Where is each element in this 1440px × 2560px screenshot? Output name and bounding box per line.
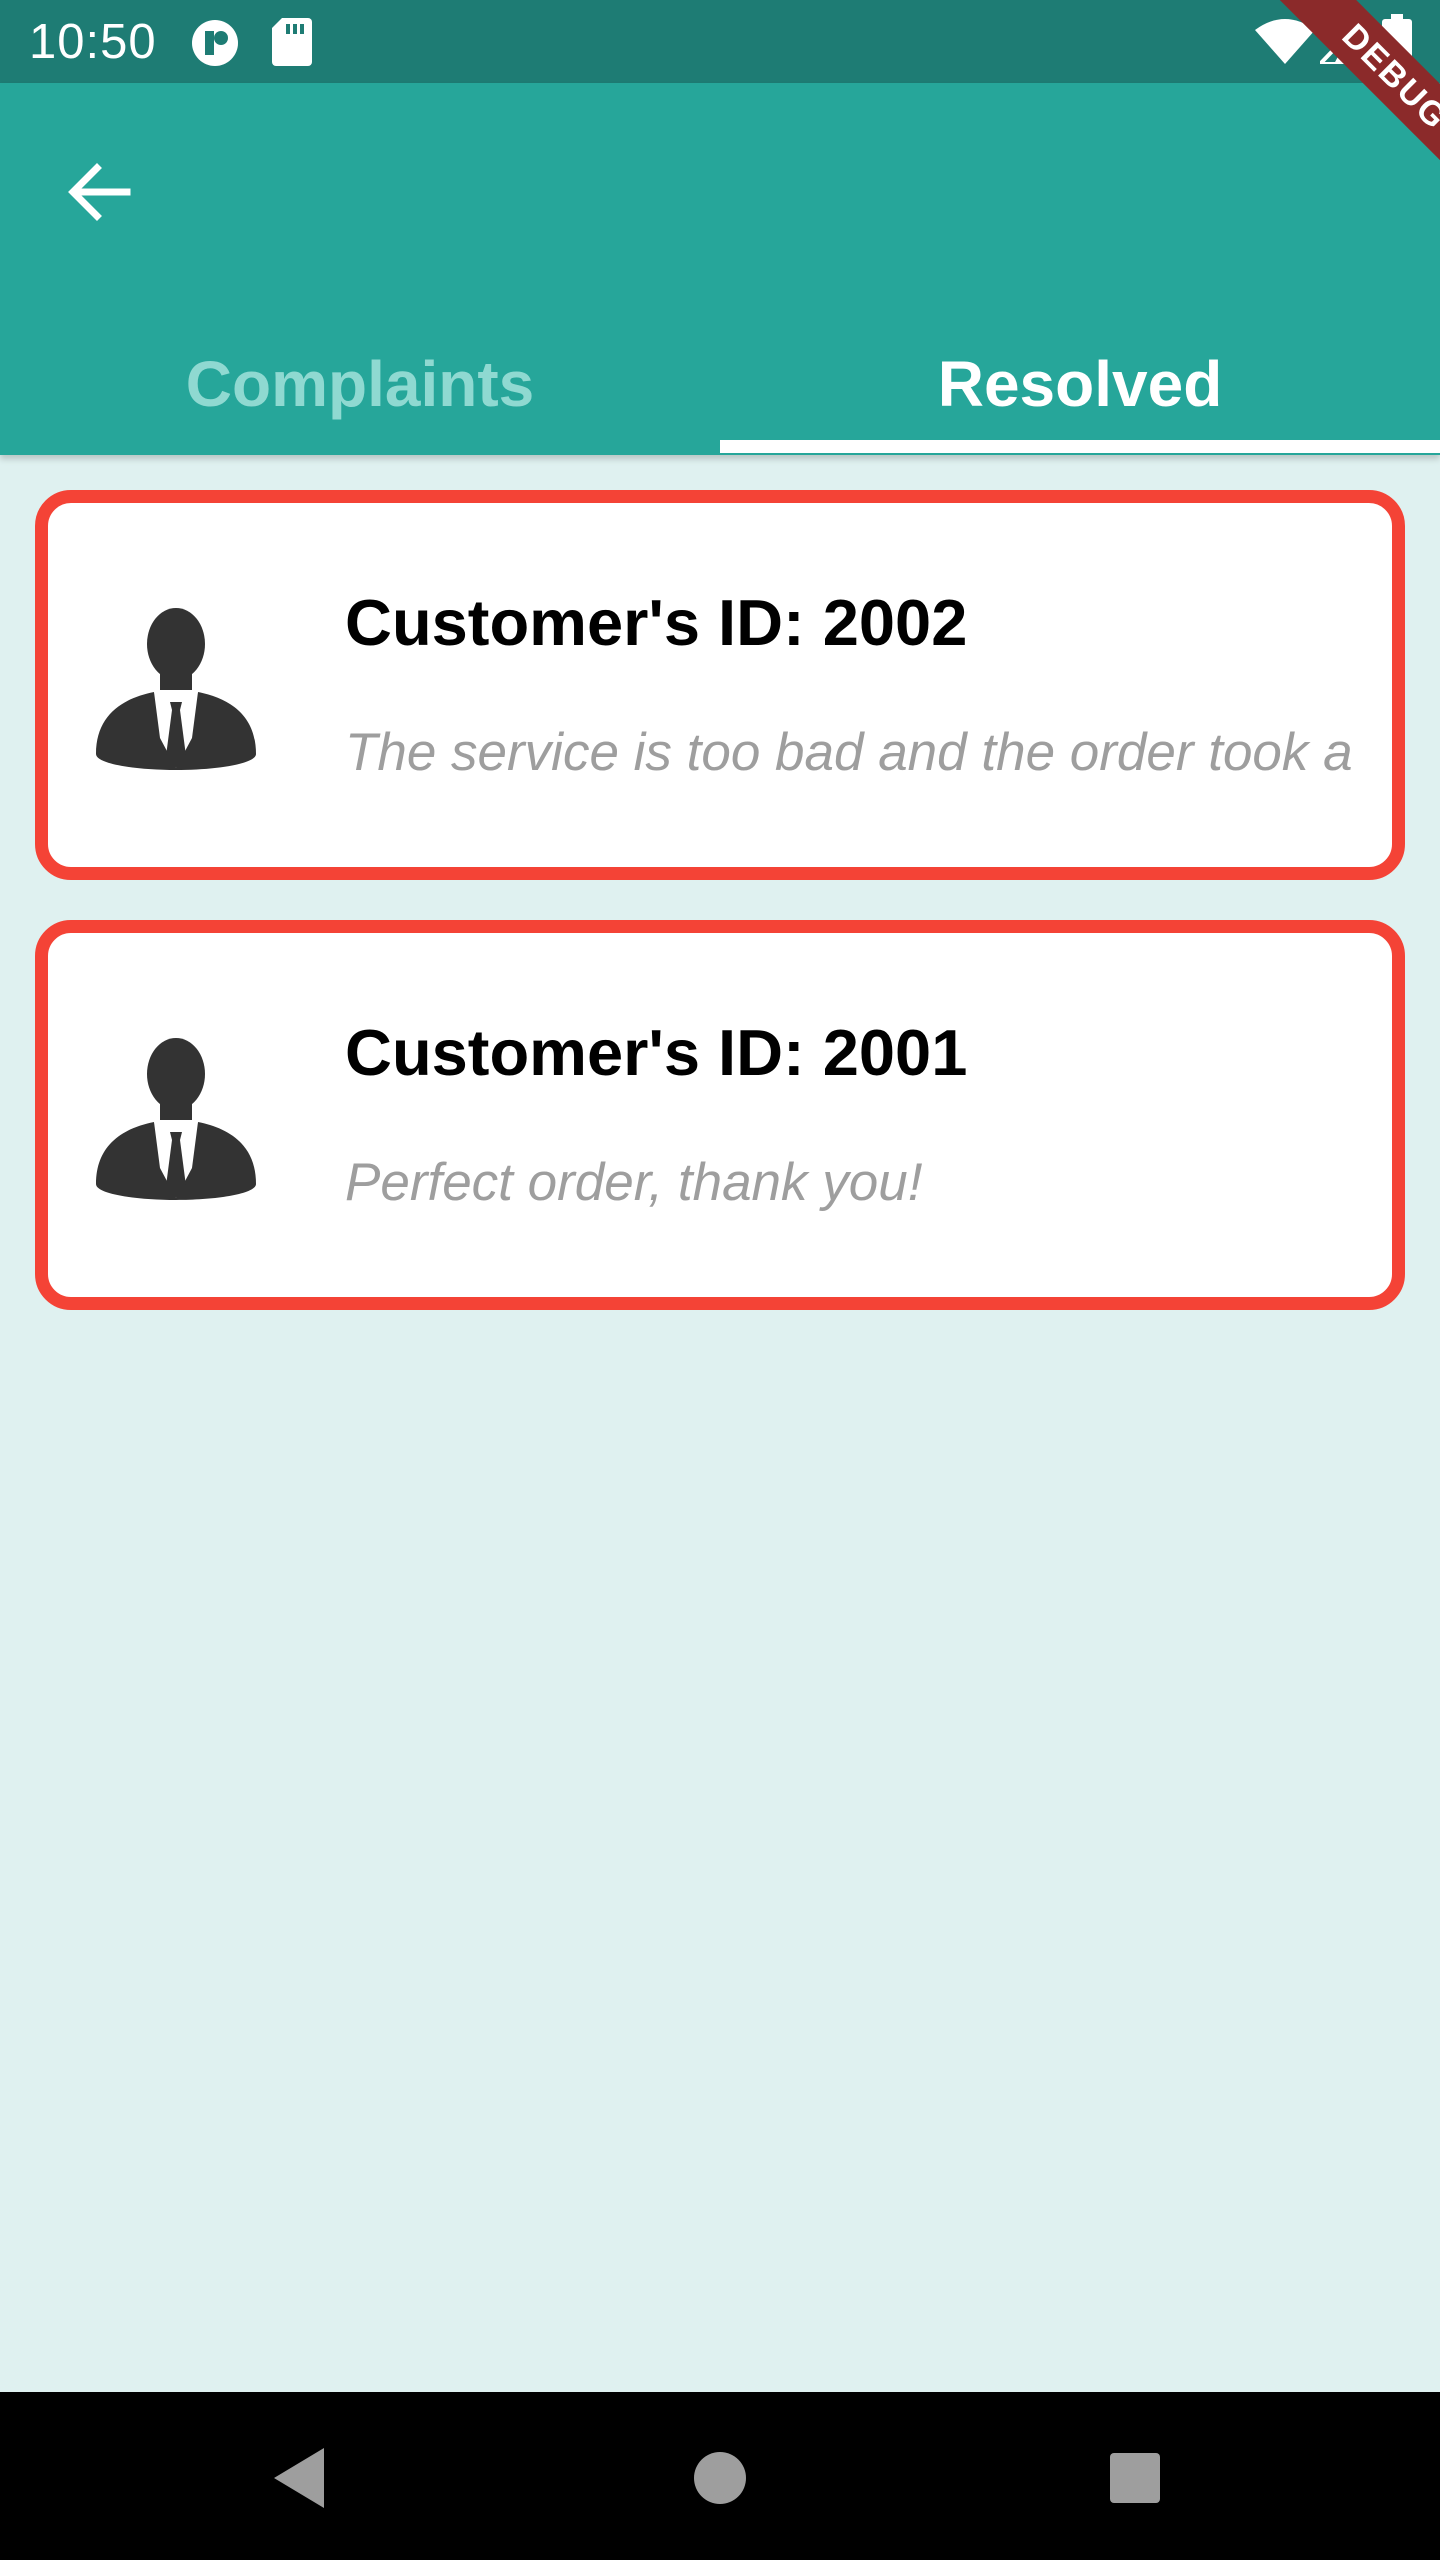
- status-time: 10:50: [29, 15, 157, 69]
- tab-resolved-label: Resolved: [937, 348, 1223, 420]
- customer-avatar-icon: [96, 608, 256, 770]
- complaint-message: Perfect order, thank you!: [345, 1153, 923, 1212]
- battery-icon: [1382, 14, 1412, 66]
- back-triangle-icon: [274, 2448, 324, 2508]
- home-circle-icon: [694, 2452, 746, 2504]
- navigation-bar: [0, 2392, 1440, 2560]
- complaint-message: The service is too bad and the order too…: [345, 723, 1353, 782]
- back-button[interactable]: [45, 138, 153, 246]
- tab-resolved[interactable]: Resolved: [720, 313, 1440, 455]
- complaint-card[interactable]: Customer's ID: 2001 Perfect order, thank…: [35, 920, 1405, 1310]
- nav-recents-button[interactable]: [1085, 2428, 1185, 2528]
- signal-icon: [1320, 16, 1366, 64]
- tab-complaints[interactable]: Complaints: [0, 313, 720, 455]
- nav-back-button[interactable]: [250, 2428, 350, 2528]
- sd-card-icon: [272, 18, 312, 66]
- wifi-icon: [1255, 19, 1315, 64]
- status-bar: 10:50: [0, 0, 1440, 83]
- customer-avatar-icon: [96, 1038, 256, 1200]
- app-notification-icon: [192, 20, 238, 66]
- customer-id-title: Customer's ID: 2001: [345, 1016, 968, 1089]
- app-bar: Complaints Resolved: [0, 83, 1440, 455]
- complaint-card[interactable]: Customer's ID: 2002 The service is too b…: [35, 490, 1405, 880]
- tab-complaints-label: Complaints: [185, 348, 535, 420]
- arrow-back-icon: [68, 163, 131, 221]
- tab-indicator: [720, 440, 1440, 453]
- customer-id-title: Customer's ID: 2002: [345, 586, 968, 659]
- recents-square-icon: [1110, 2453, 1160, 2503]
- nav-home-button[interactable]: [670, 2428, 770, 2528]
